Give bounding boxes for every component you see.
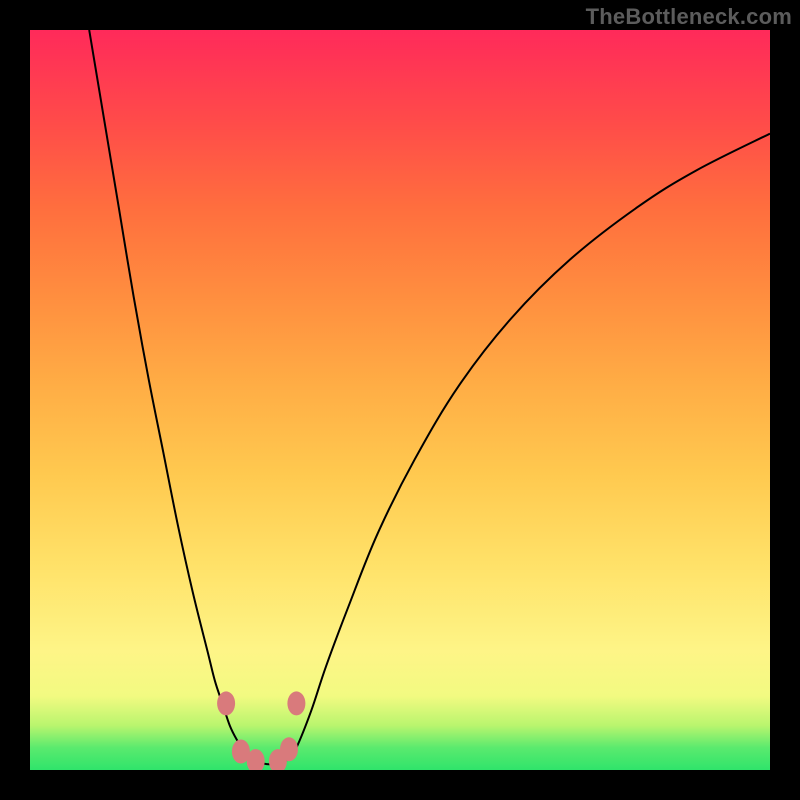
watermark-text: TheBottleneck.com <box>586 4 792 30</box>
plot-area <box>30 30 770 770</box>
